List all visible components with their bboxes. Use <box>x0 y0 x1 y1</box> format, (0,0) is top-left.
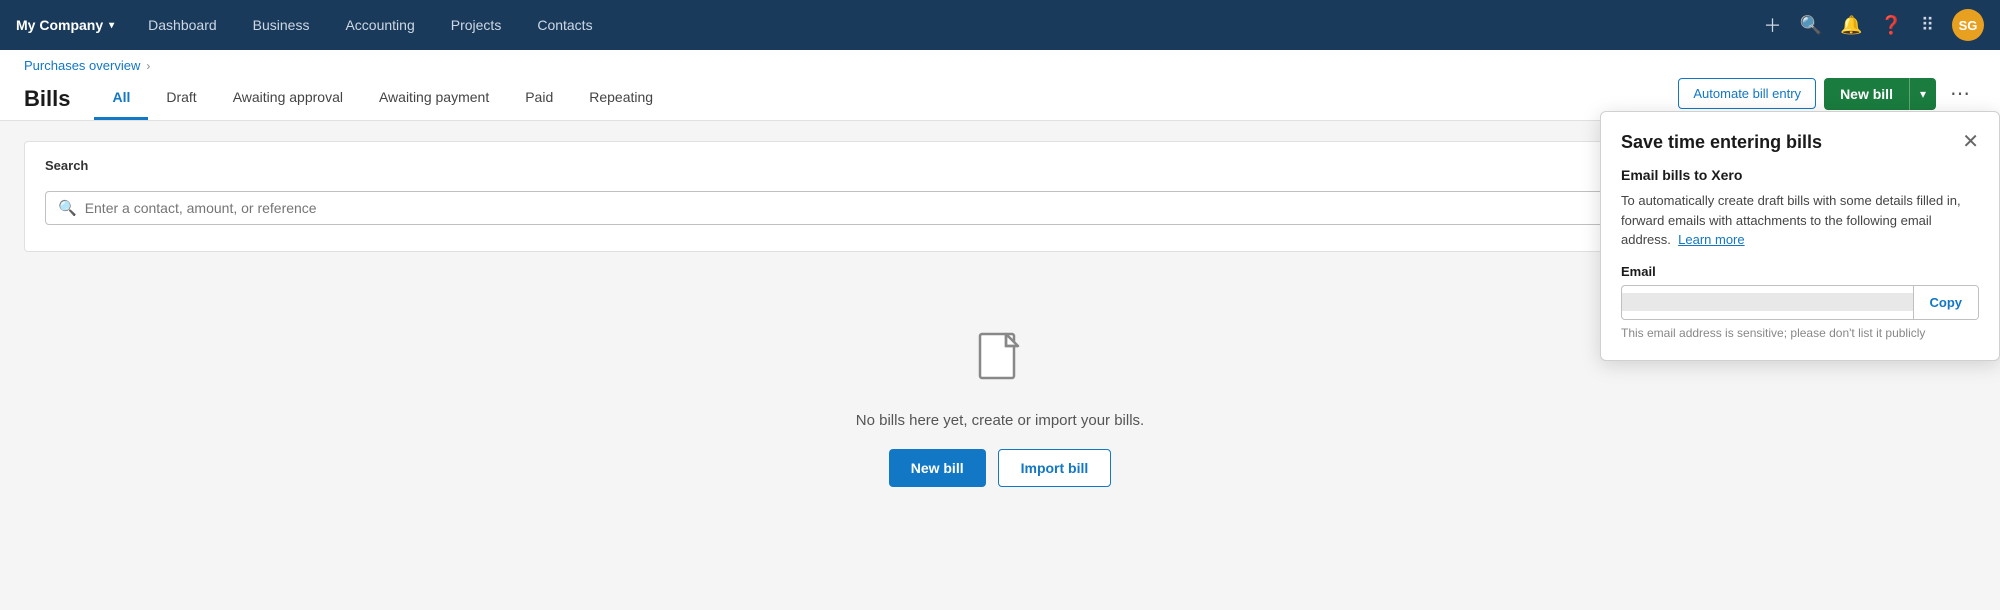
tab-awaiting-payment[interactable]: Awaiting payment <box>361 77 507 120</box>
save-time-popup: Save time entering bills ✕ Email bills t… <box>1600 111 2000 361</box>
tab-repeating[interactable]: Repeating <box>571 77 671 120</box>
popup-copy-button[interactable]: Copy <box>1913 286 1979 319</box>
breadcrumb-parent: Purchases overview <box>24 58 140 73</box>
breadcrumb-separator: › <box>146 59 150 73</box>
new-bill-dropdown-button[interactable]: ▾ <box>1909 78 1936 110</box>
empty-new-bill-button[interactable]: New bill <box>889 449 986 487</box>
popup-close-button[interactable]: ✕ <box>1962 132 1979 152</box>
tab-draft[interactable]: Draft <box>148 77 214 120</box>
nav-links: Dashboard Business Accounting Projects C… <box>130 0 1763 50</box>
popup-header: Save time entering bills ✕ <box>1621 132 1979 153</box>
nav-projects[interactable]: Projects <box>433 0 520 50</box>
company-name: My Company <box>16 17 103 33</box>
nav-actions: ＋ 🔍 🔔 ❓ ⠿ SG <box>1764 9 1984 41</box>
company-selector[interactable]: My Company ▾ <box>16 17 130 33</box>
search-input-icon: 🔍 <box>58 199 77 217</box>
automate-bill-entry-button[interactable]: Automate bill entry <box>1678 78 1816 109</box>
nav-dashboard[interactable]: Dashboard <box>130 0 235 50</box>
company-chevron-icon: ▾ <box>109 20 114 31</box>
page-title: Bills <box>24 86 70 120</box>
search-icon[interactable]: 🔍 <box>1800 15 1822 36</box>
tabs: All Draft Awaiting approval Awaiting pay… <box>94 77 1678 120</box>
bell-icon[interactable]: 🔔 <box>1840 15 1862 36</box>
empty-state-message: No bills here yet, create or import your… <box>856 412 1144 429</box>
tab-all[interactable]: All <box>94 77 148 120</box>
popup-sensitive-note: This email address is sensitive; please … <box>1621 326 1979 340</box>
popup-email-value <box>1622 293 1913 311</box>
import-bill-button[interactable]: Import bill <box>998 449 1112 487</box>
more-options-button[interactable]: ⋯ <box>1944 77 1976 110</box>
search-input-wrapper: 🔍 <box>45 191 1643 225</box>
help-icon[interactable]: ❓ <box>1880 15 1902 36</box>
popup-title: Save time entering bills <box>1621 132 1822 153</box>
empty-document-icon <box>976 332 1024 398</box>
search-input[interactable] <box>85 200 1630 216</box>
new-bill-group: New bill ▾ <box>1824 78 1936 110</box>
popup-learn-more-link[interactable]: Learn more <box>1678 232 1744 247</box>
top-navigation: My Company ▾ Dashboard Business Accounti… <box>0 0 2000 50</box>
user-avatar[interactable]: SG <box>1952 9 1984 41</box>
popup-section-title: Email bills to Xero <box>1621 167 1979 183</box>
nav-contacts[interactable]: Contacts <box>519 0 610 50</box>
breadcrumb[interactable]: Purchases overview › <box>24 58 1976 73</box>
main-content: Search 🔍 Start date 📅 End date 📅 <box>0 121 2000 567</box>
tab-awaiting-approval[interactable]: Awaiting approval <box>215 77 361 120</box>
nav-accounting[interactable]: Accounting <box>327 0 432 50</box>
empty-state-actions: New bill Import bill <box>889 449 1112 487</box>
new-bill-button[interactable]: New bill <box>1824 78 1909 110</box>
tab-paid[interactable]: Paid <box>507 77 571 120</box>
popup-body-text: To automatically create draft bills with… <box>1621 191 1979 250</box>
nav-business[interactable]: Business <box>235 0 328 50</box>
add-icon[interactable]: ＋ <box>1764 12 1782 38</box>
popup-email-label: Email <box>1621 264 1979 279</box>
popup-body-content: To automatically create draft bills with… <box>1621 193 1961 247</box>
grid-icon[interactable]: ⠿ <box>1921 15 1934 36</box>
popup-email-row: Copy <box>1621 285 1979 320</box>
